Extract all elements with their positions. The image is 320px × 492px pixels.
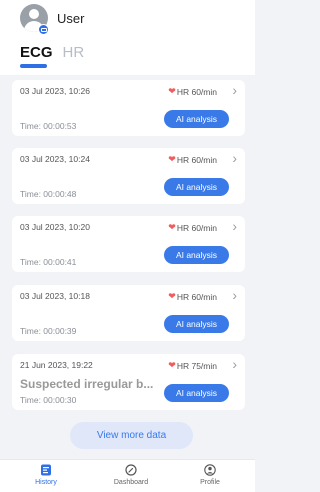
record-card[interactable]: 03 Jul 2023, 10:24 ❤ HR 60/min › AI analy…: [12, 148, 245, 204]
bottom-nav: History Dashboard Profile: [0, 459, 255, 492]
record-card[interactable]: 03 Jul 2023, 10:26 ❤ HR 60/min › AI analy…: [12, 80, 245, 136]
nav-label-profile: Profile: [200, 479, 220, 486]
heart-rate: ❤ HR 60/min: [168, 291, 217, 302]
heart-rate: ❤ HR 75/min: [168, 360, 217, 371]
heart-rate-value: HR 75/min: [176, 360, 217, 371]
nav-item-profile[interactable]: Profile: [180, 464, 240, 486]
device-badge-icon: [38, 24, 49, 35]
heart-rate: ❤ HR 60/min: [168, 154, 217, 165]
tabs: ECG HR: [20, 44, 94, 61]
heart-rate: ❤ HR 60/min: [168, 222, 217, 233]
heart-icon: ❤: [168, 291, 176, 301]
heart-icon: ❤: [168, 86, 176, 96]
ai-analysis-button[interactable]: AI analysis: [164, 246, 229, 264]
chevron-right-icon[interactable]: ›: [232, 356, 237, 372]
heart-rate-value: HR 60/min: [176, 291, 217, 302]
header: User ECG HR: [0, 0, 255, 75]
record-date: 21 Jun 2023, 19:22: [20, 360, 93, 370]
nav-label-history: History: [35, 479, 57, 486]
record-duration: Time: 00:00:39: [20, 326, 77, 336]
record-duration: Time: 00:00:30: [20, 395, 77, 405]
record-date: 03 Jul 2023, 10:20: [20, 222, 90, 232]
ai-analysis-button[interactable]: AI analysis: [164, 178, 229, 196]
ai-analysis-button[interactable]: AI analysis: [164, 315, 229, 333]
record-duration: Time: 00:00:41: [20, 257, 77, 267]
record-duration: Time: 00:00:48: [20, 189, 77, 199]
heart-rate: ❤ HR 60/min: [168, 86, 217, 97]
heart-rate-value: HR 60/min: [176, 86, 217, 97]
record-date: 03 Jul 2023, 10:24: [20, 154, 90, 164]
record-card[interactable]: 03 Jul 2023, 10:18 ❤ HR 60/min › AI analy…: [12, 285, 245, 341]
history-icon: [41, 464, 51, 476]
user-row[interactable]: User: [20, 4, 84, 32]
dashboard-icon: [125, 464, 137, 476]
heart-icon: ❤: [168, 360, 176, 370]
chevron-right-icon[interactable]: ›: [232, 287, 237, 303]
tab-ecg[interactable]: ECG: [20, 44, 53, 61]
record-card[interactable]: 03 Jul 2023, 10:20 ❤ HR 60/min › AI analy…: [12, 216, 245, 272]
heart-icon: ❤: [168, 154, 176, 164]
record-date: 03 Jul 2023, 10:18: [20, 291, 90, 301]
heart-icon: ❤: [168, 222, 176, 232]
record-date: 03 Jul 2023, 10:26: [20, 86, 90, 96]
tab-hr[interactable]: HR: [63, 44, 85, 61]
view-more-button[interactable]: View more data: [70, 422, 193, 449]
record-card[interactable]: 21 Jun 2023, 19:22 ❤ HR 75/min › Suspecte…: [12, 354, 245, 410]
nav-item-dashboard[interactable]: Dashboard: [101, 464, 161, 486]
record-duration: Time: 00:00:53: [20, 121, 77, 131]
diagnosis-status: Suspected irregular b...: [20, 377, 154, 391]
user-name: User: [57, 10, 85, 26]
chevron-right-icon[interactable]: ›: [232, 82, 237, 98]
nav-item-history[interactable]: History: [16, 464, 76, 486]
ai-analysis-button[interactable]: AI analysis: [164, 384, 229, 402]
active-tab-indicator: [20, 64, 47, 68]
nav-label-dashboard: Dashboard: [113, 479, 149, 486]
chevron-right-icon[interactable]: ›: [232, 150, 237, 166]
heart-rate-value: HR 60/min: [176, 154, 217, 165]
heart-rate-value: HR 60/min: [176, 222, 217, 233]
profile-icon: [204, 464, 216, 476]
chevron-right-icon[interactable]: ›: [232, 218, 237, 234]
ai-analysis-button[interactable]: AI analysis: [164, 110, 229, 128]
